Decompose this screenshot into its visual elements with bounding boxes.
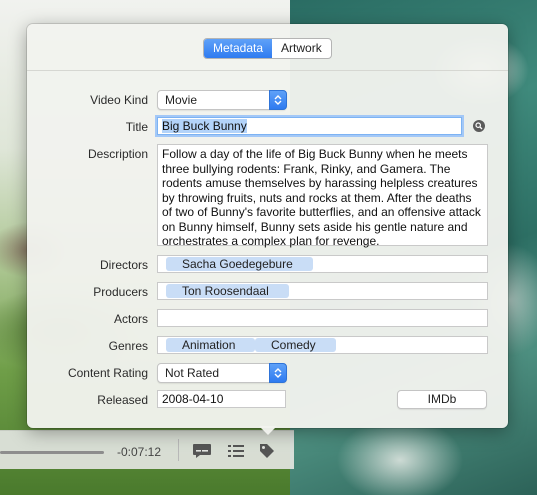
content-rating-popup[interactable]: Not Rated xyxy=(157,363,287,383)
title-label: Title xyxy=(125,120,148,134)
genre-token[interactable]: Animation xyxy=(166,338,256,352)
producer-token[interactable]: Ton Roosendaal xyxy=(166,284,289,298)
director-token[interactable]: Sacha Goedegebure xyxy=(166,257,313,271)
actors-label: Actors xyxy=(113,312,148,326)
released-value: 2008-04-10 xyxy=(162,392,224,406)
title-field[interactable]: Big Buck Bunny xyxy=(157,117,462,135)
popup-arrows-icon xyxy=(269,363,287,383)
genres-label: Genres xyxy=(108,339,148,353)
producers-field[interactable]: Ton Roosendaal xyxy=(157,282,488,300)
title-value: Big Buck Bunny xyxy=(162,119,247,133)
directors-field[interactable]: Sacha Goedegebure xyxy=(157,255,488,273)
view-segmented-control: Metadata Artwork xyxy=(203,38,332,59)
imdb-button[interactable]: IMDb xyxy=(397,390,487,409)
tag-icon[interactable] xyxy=(256,442,278,460)
released-date-field[interactable]: 2008-04-10 xyxy=(157,390,286,408)
controls-divider xyxy=(178,439,179,461)
video-kind-label: Video Kind xyxy=(90,93,148,107)
genres-field[interactable]: Animation Comedy xyxy=(157,336,488,354)
tab-metadata[interactable]: Metadata xyxy=(204,39,273,58)
description-textarea[interactable]: Follow a day of the life of Big Buck Bun… xyxy=(157,144,488,248)
video-kind-popup[interactable]: Movie xyxy=(157,90,287,110)
directors-label: Directors xyxy=(99,258,148,272)
search-icon[interactable] xyxy=(473,120,485,132)
video-kind-value: Movie xyxy=(165,93,198,107)
tab-artwork[interactable]: Artwork xyxy=(272,39,331,58)
actors-field[interactable] xyxy=(157,309,488,327)
metadata-popover: Metadata Artwork Video Kind Movie Title … xyxy=(27,24,508,428)
popup-arrows-icon xyxy=(269,90,287,110)
playback-scrubber[interactable] xyxy=(0,451,104,454)
chapters-list-icon[interactable] xyxy=(225,442,247,460)
released-label: Released xyxy=(97,393,148,407)
producers-label: Producers xyxy=(93,285,148,299)
remaining-time: -0:07:12 xyxy=(117,445,162,459)
content-rating-value: Not Rated xyxy=(165,366,220,380)
description-label: Description xyxy=(87,147,148,161)
header-divider xyxy=(27,70,508,71)
popover-pointer xyxy=(259,426,277,435)
content-rating-label: Content Rating xyxy=(67,366,148,380)
description-value: Follow a day of the life of Big Buck Bun… xyxy=(162,147,481,248)
genre-token[interactable]: Comedy xyxy=(255,338,336,352)
subtitles-icon[interactable] xyxy=(191,442,213,460)
player-controls-bar: -0:07:12 xyxy=(0,430,294,469)
